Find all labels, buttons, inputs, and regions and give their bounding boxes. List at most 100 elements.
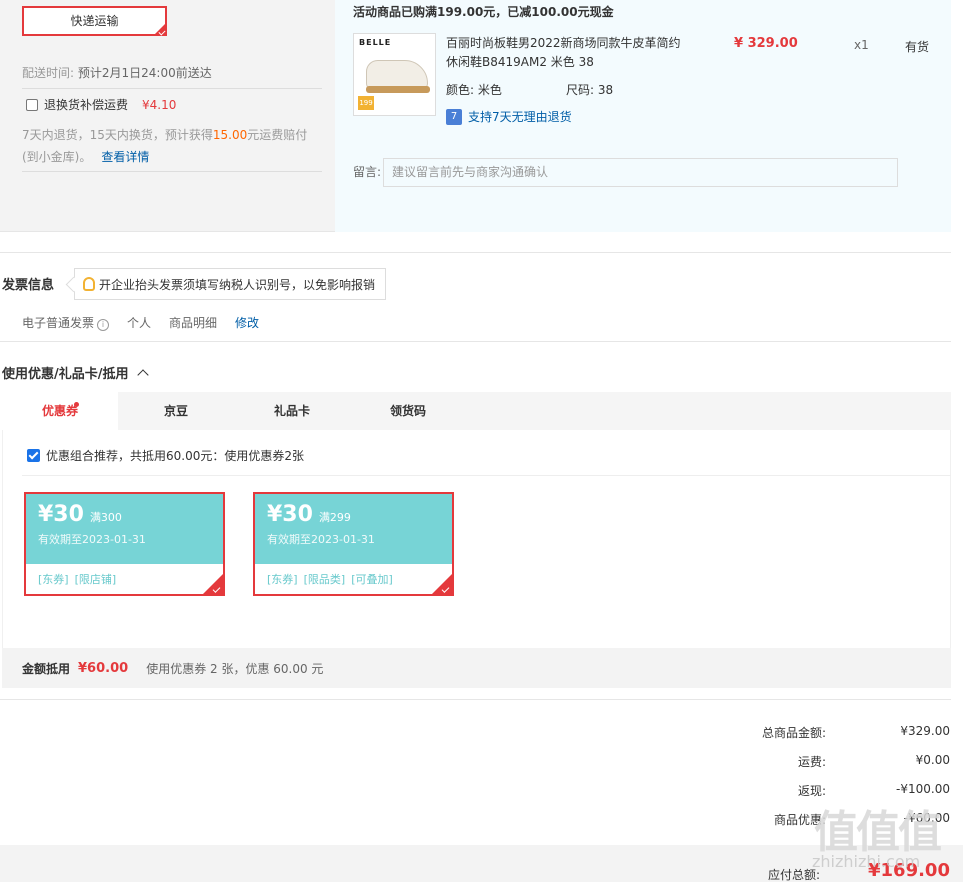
summary-value: ¥0.00: [915, 753, 950, 767]
invoice-details: 电子普通发票 i 个人 商品明细 修改: [22, 314, 259, 331]
chevron-up-icon: [136, 369, 149, 381]
recommend-row[interactable]: 优惠组合推荐，共抵用60.00元：使用优惠券2张: [27, 447, 304, 464]
coupon-amount: ¥30: [38, 502, 84, 527]
return-policy-text: 支持7天无理由退货: [468, 110, 572, 124]
watermark-url: zhizhizhi.com: [812, 852, 921, 871]
watermark-logo: 值值值: [814, 807, 942, 858]
insurance-description: 7天内退货，15天内换货，预计获得15.00元运费赔付(到小金库)。 查看详情: [22, 124, 322, 168]
promo-text: 活动商品已购满199.00元，已减100.00元现金: [353, 5, 614, 19]
info-icon[interactable]: i: [97, 319, 110, 331]
insurance-price: ¥4.10: [142, 97, 177, 112]
invoice-tip-text: 开企业抬头发票须填写纳税人识别号，以免影响报销: [99, 277, 376, 292]
product-title[interactable]: 百丽时尚板鞋男2022新商场同款牛皮革简约休闲鞋B8419AM2 米色 38: [446, 34, 691, 72]
section-divider: [0, 699, 951, 700]
color-value: 米色: [477, 83, 502, 97]
coupon-tag: [限品类]: [303, 573, 346, 586]
shipping-method-label: 快递运输: [70, 14, 119, 28]
insurance-desc-amount: 15.00: [212, 128, 248, 142]
summary-value: ¥329.00: [900, 724, 950, 738]
selected-check-icon: [203, 574, 223, 594]
summary-row: 运费: ¥0.00: [700, 753, 950, 770]
delivery-value: 预计2月1日24:00前送达: [77, 66, 212, 80]
coupon-amount: ¥30: [267, 502, 313, 527]
coupon-validity: 有效期至2023-01-31: [267, 533, 375, 546]
product-color: 颜色: 米色: [446, 81, 502, 98]
invoice-edit-link[interactable]: 修改: [235, 314, 259, 331]
coupon-footer-desc: 使用优惠券 2 张，优惠 60.00 元: [146, 661, 324, 676]
product-image-brand: BELLE: [359, 38, 392, 47]
product-price: ¥ 329.00: [734, 36, 798, 51]
insurance-checkbox[interactable]: [26, 98, 38, 111]
section-divider: [0, 341, 951, 342]
tab-coupons[interactable]: 优惠券: [2, 392, 118, 430]
seven-day-return-icon: 7: [446, 108, 462, 125]
selected-check-icon: [432, 574, 452, 594]
summary-label: 运费:: [797, 755, 826, 769]
coupon-tags: [东券] [限店铺]: [26, 564, 223, 594]
color-label: 颜色:: [446, 83, 475, 97]
section-divider: [0, 252, 951, 253]
coupon-tags: [东券] [限品类] [可叠加]: [255, 564, 452, 594]
notification-dot: [74, 402, 79, 407]
coupon-section-title: 使用优惠/礼品卡/抵用: [2, 367, 129, 382]
divider: [22, 475, 951, 476]
divider: [22, 88, 322, 89]
shipping-method-button[interactable]: 快递运输: [22, 6, 167, 36]
tab-claim-code[interactable]: 领货码: [350, 392, 466, 430]
invoice-content: 商品明细: [169, 316, 218, 330]
coupon-condition: 满300: [89, 511, 122, 524]
insurance-row[interactable]: 退换货补偿运费 ¥4.10: [26, 96, 176, 113]
size-label: 尺码:: [566, 83, 595, 97]
lightbulb-icon: [83, 277, 95, 291]
product-stock: 有货: [905, 40, 930, 54]
invoice-title: 发票信息: [2, 278, 55, 293]
insurance-label: 退换货补偿运费: [44, 98, 129, 112]
recommend-text: 优惠组合推荐，共抵用60.00元：使用优惠券2张: [46, 449, 304, 463]
tab-jingdou-label: 京豆: [163, 404, 188, 418]
coupon-footer-label: 金额抵用: [22, 661, 71, 676]
coupon-tabs: 优惠券 京豆 礼品卡 领货码: [2, 392, 951, 430]
tab-jingdou[interactable]: 京豆: [118, 392, 234, 430]
summary-label: 总商品金额:: [761, 726, 826, 740]
recommend-checkbox[interactable]: [27, 449, 40, 462]
coupon-footer-value: ¥60.00: [78, 660, 129, 676]
coupon-footer: 金额抵用 ¥60.00 使用优惠券 2 张，优惠 60.00 元: [2, 648, 951, 688]
return-policy[interactable]: 7 支持7天无理由退货: [446, 108, 572, 125]
message-input[interactable]: 建议留言前先与商家沟通确认: [383, 158, 898, 187]
coupon-tag: [东券]: [267, 573, 298, 586]
product-quantity: x1: [854, 38, 869, 52]
delivery-label: 配送时间:: [22, 66, 75, 80]
product-image-tag: 199: [358, 96, 374, 110]
message-label: 留言:: [353, 165, 382, 179]
coupon-tag: [限店铺]: [74, 573, 117, 586]
invoice-type: 电子普通发票 i: [22, 314, 110, 331]
tab-gift-card[interactable]: 礼品卡: [234, 392, 350, 430]
size-value: 38: [597, 83, 614, 97]
invoice-holder: 个人: [127, 316, 152, 330]
coupon-section-toggle[interactable]: 使用优惠/礼品卡/抵用: [2, 363, 149, 382]
coupon-card[interactable]: ¥30 满300 有效期至2023-01-31 [东券] [限店铺]: [24, 492, 225, 596]
delivery-time: 配送时间: 预计2月1日24:00前送达: [22, 64, 212, 81]
coupon-tag: [东券]: [38, 573, 69, 586]
summary-row: 总商品金额: ¥329.00: [700, 724, 950, 741]
insurance-details-link[interactable]: 查看详情: [101, 150, 149, 164]
coupon-card[interactable]: ¥30 满299 有效期至2023-01-31 [东券] [限品类] [可叠加]: [253, 492, 454, 596]
invoice-type-text: 电子普通发票: [22, 316, 95, 330]
coupon-validity: 有效期至2023-01-31: [38, 533, 146, 546]
coupon-tag: [可叠加]: [351, 573, 393, 586]
tab-coupons-label: 优惠券: [41, 404, 78, 418]
coupon-header: ¥30 满299 有效期至2023-01-31: [255, 494, 452, 564]
invoice-tip: 开企业抬头发票须填写纳税人识别号，以免影响报销: [74, 268, 387, 300]
tab-gift-card-label: 礼品卡: [273, 404, 310, 418]
product-image[interactable]: BELLE 199: [353, 33, 436, 116]
shoe-sole-graphic: [366, 86, 430, 93]
insurance-desc-pre: 7天内退货，15天内换货，预计获得: [22, 128, 213, 142]
divider: [22, 171, 322, 172]
selected-check-icon: [154, 23, 166, 35]
summary-label: 返现:: [797, 784, 826, 798]
coupon-header: ¥30 满300 有效期至2023-01-31: [26, 494, 223, 564]
coupon-condition: 满299: [318, 511, 351, 524]
product-size: 尺码: 38: [566, 81, 613, 98]
tab-claim-code-label: 领货码: [389, 404, 426, 418]
summary-label: 商品优惠:: [773, 813, 826, 827]
